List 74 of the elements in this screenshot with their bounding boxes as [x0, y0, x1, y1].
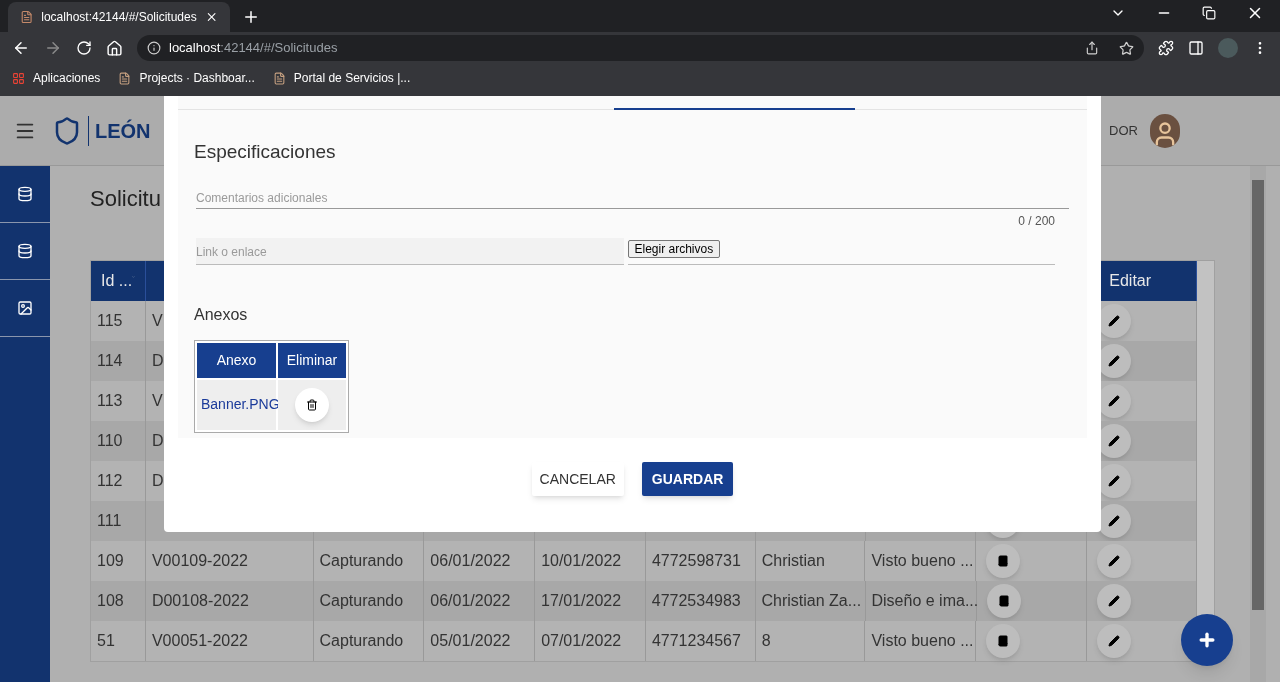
- pencil-icon: [1108, 475, 1121, 487]
- file-field[interactable]: Elegir archivos: [627, 237, 1055, 265]
- url-host: localhost: [169, 39, 221, 58]
- page-title: Solicitu: [90, 185, 161, 212]
- pencil-icon: [1108, 515, 1121, 527]
- extensions-icon[interactable]: [1158, 40, 1174, 56]
- file-link[interactable]: Banner.PNG: [201, 394, 280, 415]
- pencil-icon: [1108, 435, 1121, 447]
- column-label: Editar: [1109, 271, 1152, 291]
- page-icon: [118, 71, 132, 85]
- add-button[interactable]: [1181, 614, 1233, 666]
- edit-button[interactable]: [1097, 584, 1132, 618]
- new-tab-icon[interactable]: [242, 8, 260, 26]
- scrollbar[interactable]: [1250, 166, 1266, 682]
- table-cell: 51: [91, 621, 146, 661]
- address-bar[interactable]: localhost:42144/#/Solicitudes: [137, 35, 1144, 61]
- pencil-icon: [1108, 635, 1121, 647]
- table-cell: Capturando: [313, 621, 425, 661]
- bookmark-item[interactable]: Aplicaciones: [12, 69, 101, 87]
- book-icon: [997, 635, 1010, 647]
- column-header[interactable]: Id ...: [91, 261, 146, 301]
- info-icon[interactable]: [147, 41, 161, 55]
- pencil-icon: [1108, 315, 1121, 327]
- page-icon: [272, 71, 286, 85]
- table-cell: 07/01/2022: [535, 621, 646, 661]
- column-header: Eliminar: [278, 342, 346, 378]
- image-icon[interactable]: [17, 300, 33, 316]
- table-cell: Visto bueno ...: [865, 621, 977, 661]
- book-icon: [997, 555, 1010, 567]
- column-header: Anexo: [197, 342, 276, 378]
- bookmark-star-icon[interactable]: [1119, 40, 1134, 56]
- user-name: DOR: [1109, 121, 1138, 140]
- book-icon: [997, 595, 1010, 607]
- delete-button[interactable]: [295, 387, 329, 422]
- share-icon[interactable]: [1085, 41, 1099, 55]
- cancel-button[interactable]: CANCELAR: [531, 462, 624, 496]
- trash-icon: [306, 398, 318, 411]
- plus-icon: [1197, 630, 1217, 650]
- database-icon[interactable]: [17, 243, 33, 259]
- column-label: Id ...: [101, 271, 133, 291]
- pencil-icon: [1108, 355, 1121, 367]
- logo-text: LEÓN: [95, 118, 151, 144]
- save-button[interactable]: GUARDAR: [641, 462, 734, 496]
- view-button[interactable]: [986, 624, 1021, 658]
- edit-button[interactable]: [1097, 544, 1132, 578]
- view-button[interactable]: [986, 584, 1021, 618]
- reload-icon[interactable]: [76, 40, 92, 56]
- pencil-icon: [1108, 395, 1121, 407]
- section-heading: Anexos: [194, 304, 249, 325]
- table-cell: 05/01/2022: [424, 621, 536, 661]
- view-button[interactable]: [986, 544, 1021, 578]
- side-panel-icon[interactable]: [1188, 40, 1204, 56]
- browser-tab[interactable]: localhost:42144/#/Solicitudes: [8, 2, 230, 32]
- back-icon[interactable]: [12, 39, 30, 57]
- choose-files-button[interactable]: Elegir archivos: [627, 239, 721, 258]
- home-icon[interactable]: [106, 39, 123, 57]
- section-heading: Especificaciones: [194, 140, 337, 164]
- bookmark-item[interactable]: Projects · Dashboar...: [118, 69, 255, 87]
- pencil-icon: [1108, 595, 1121, 607]
- table-cell: 8: [755, 621, 866, 661]
- forward-icon[interactable]: [44, 39, 62, 57]
- user-avatar[interactable]: [1150, 113, 1180, 148]
- table-cell: V00051-2022: [145, 621, 314, 661]
- database-icon[interactable]: [17, 186, 33, 202]
- restore-icon[interactable]: [1202, 6, 1216, 20]
- character-counter: 0 / 200: [1018, 212, 1055, 230]
- edit-button[interactable]: [1097, 624, 1132, 658]
- table-cell: 4771234567: [645, 621, 756, 661]
- favicon-icon: [20, 10, 34, 24]
- tab-title: localhost:42144/#/Solicitudes: [41, 9, 197, 26]
- url-path: :42144/#/Solicitudes: [220, 39, 338, 58]
- bookmark-item[interactable]: Portal de Servicios |...: [272, 69, 411, 87]
- pencil-icon: [1108, 555, 1121, 567]
- apps-grid-icon: [12, 71, 25, 85]
